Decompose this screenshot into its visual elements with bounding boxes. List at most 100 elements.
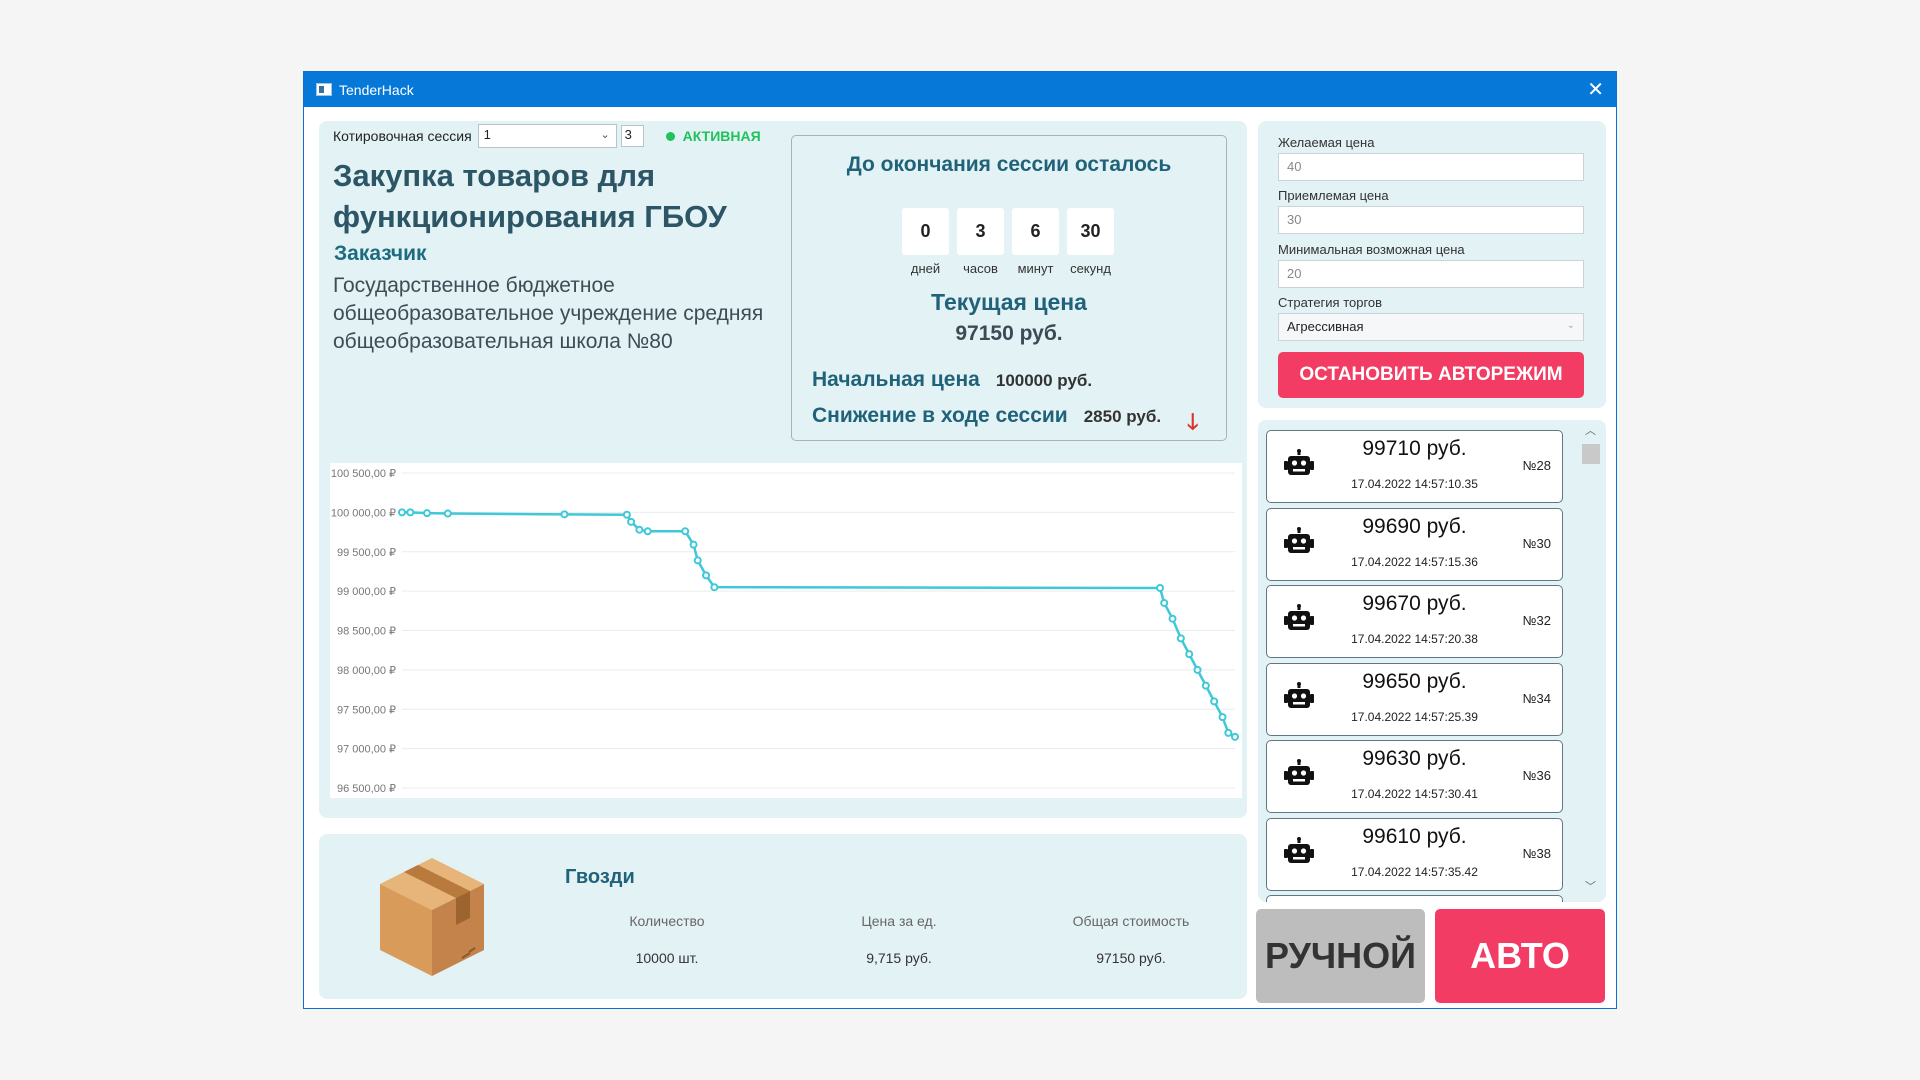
price-point — [1218, 713, 1227, 722]
price-point — [710, 583, 719, 592]
scroll-thumb[interactable] — [1582, 444, 1600, 464]
strategy-select[interactable]: Агрессивная ⌄ — [1278, 313, 1584, 341]
bid-number: №38 — [1522, 845, 1551, 861]
price-chart-svg: 100 500,00 ₽ 100 000,00 ₽ 99 500,00 ₽ 99 00… — [331, 468, 1239, 795]
bid-card[interactable]: 99710 руб. 17.04.2022 14:57:10.35 №28 — [1266, 430, 1563, 503]
field-label: Стратегия торгов — [1278, 295, 1383, 310]
desired-price-input[interactable]: 40 — [1278, 153, 1584, 181]
price-point — [560, 510, 569, 519]
status-dot-icon — [665, 131, 675, 141]
desired-price-field: Желаемая цена 40 — [1278, 135, 1584, 181]
column-header: Общая стоимость — [1072, 913, 1190, 929]
column-value: 10000 шт. — [635, 950, 699, 966]
price-point — [627, 517, 636, 526]
scrollbar[interactable]: ︿ ﹀ — [1582, 420, 1600, 902]
start-price-row: Начальная цена 100000 руб. — [812, 368, 1092, 392]
column-value: 97150 руб. — [1096, 950, 1166, 966]
stop-auto-button[interactable]: ОСТАНОВИТЬ АВТОРЕЖИМ — [1278, 352, 1584, 398]
price-point — [406, 508, 415, 517]
status-badge: АКТИВНАЯ — [665, 128, 761, 144]
y-tick-label: 96 500,00 ₽ — [337, 783, 396, 795]
price-point — [1224, 728, 1233, 737]
bid-card[interactable]: 99610 руб. 17.04.2022 14:57:35.42 №38 — [1266, 817, 1563, 891]
price-point — [689, 540, 698, 549]
price-point — [681, 527, 690, 536]
total-column: Общая стоимость 97150 руб. — [1041, 913, 1221, 966]
bid-card[interactable]: 99650 руб. 17.04.2022 14:57:25.39 №34 — [1266, 662, 1563, 736]
bid-price: 99630 руб. — [1362, 747, 1467, 770]
price-series-line — [402, 511, 1236, 738]
customer-name: Государственное бюджетное общеобразовате… — [333, 274, 764, 353]
close-icon[interactable]: ✕ — [1587, 80, 1604, 100]
unit-price-column: Цена за ед. 9,715 руб. — [809, 913, 989, 966]
minimum-price-input[interactable]: 20 — [1278, 260, 1584, 288]
chevron-down-icon: ⌄ — [600, 129, 610, 141]
countdown-value: 0 — [902, 208, 949, 255]
bid-price: 99650 руб. — [1362, 669, 1467, 693]
price-point — [1185, 650, 1194, 659]
product-name: Гвозди — [565, 866, 635, 888]
y-tick-label: 100 500,00 ₽ — [331, 468, 396, 480]
price-point — [1156, 583, 1165, 592]
price-point — [422, 509, 431, 518]
column-value: 9,715 руб. — [866, 950, 932, 966]
bid-card[interactable] — [1266, 895, 1563, 902]
page-title: Закупка товаров для функционирования ГБО… — [333, 158, 727, 234]
acceptable-price-field: Приемлемая цена 30 — [1278, 188, 1584, 234]
countdown-value: 6 — [1012, 208, 1059, 255]
window-title: TenderHack — [339, 81, 414, 98]
y-tick-label: 97 000,00 ₽ — [337, 744, 396, 756]
price-point — [1201, 681, 1210, 690]
bid-number: №36 — [1522, 768, 1551, 783]
bid-number: №32 — [1522, 613, 1551, 628]
app-icon — [316, 83, 332, 96]
scroll-up-icon[interactable]: ︿ — [1585, 422, 1596, 438]
auto-settings-panel: Желаемая цена 40 Приемлемая цена 30 Мини… — [1258, 121, 1606, 408]
manual-mode-button[interactable]: РУЧНОЙ — [1256, 909, 1425, 1003]
price-point — [1168, 614, 1177, 623]
price-point — [1210, 697, 1219, 706]
price-point — [643, 527, 652, 536]
cardboard-box-icon — [380, 858, 484, 976]
price-point — [622, 510, 631, 519]
session-number-input[interactable]: 3 — [620, 125, 644, 147]
y-tick-label: 100 000,00 ₽ — [331, 507, 396, 519]
field-label: Желаемая цена — [1278, 135, 1375, 150]
session-select-value: 1 — [483, 127, 491, 142]
column-header: Цена за ед. — [861, 913, 937, 929]
bids-list[interactable]: ︿ ﹀ 99710 руб. 17.04.2022 14:57:10.35 №28 9… — [1258, 420, 1606, 902]
current-price-label: Текущая цена — [931, 289, 1087, 315]
chevron-down-icon: ⌄ — [1566, 320, 1575, 331]
countdown-minutes: 6 минут — [1012, 208, 1059, 276]
start-price-label: Начальная цена — [812, 368, 980, 391]
bid-number: №34 — [1522, 690, 1551, 706]
auto-mode-button[interactable]: АВТО — [1435, 909, 1605, 1003]
bid-time: 17.04.2022 14:57:30.41 — [1351, 787, 1478, 801]
minimum-price-field: Минимальная возможная цена 20 — [1278, 242, 1584, 288]
scroll-down-icon[interactable]: ﹀ — [1585, 878, 1596, 894]
y-tick-label: 99 500,00 ₽ — [337, 547, 396, 559]
bid-time: 17.04.2022 14:57:35.42 — [1351, 864, 1478, 879]
session-row: Котировочная сессия 1 ⌄ 3 АКТИВНАЯ — [333, 124, 761, 148]
field-label: Минимальная возможная цена — [1278, 242, 1465, 257]
y-tick-label: 98 000,00 ₽ — [337, 665, 396, 677]
bid-card[interactable]: 99690 руб. 17.04.2022 14:57:15.36 №30 — [1266, 507, 1563, 581]
session-select[interactable]: 1 ⌄ — [477, 124, 617, 148]
bid-card[interactable]: 99670 руб. 17.04.2022 14:57:20.38 №32 — [1266, 585, 1563, 658]
bid-price: 99710 руб. — [1362, 437, 1467, 460]
price-point — [1193, 665, 1202, 674]
price-chart: 100 500,00 ₽ 100 000,00 ₽ 99 500,00 ₽ 99 00… — [330, 463, 1242, 798]
bid-card[interactable]: 99630 руб. 17.04.2022 14:57:30.41 №36 — [1266, 740, 1563, 813]
price-point — [1231, 732, 1239, 741]
customer-label: Заказчик — [334, 242, 427, 265]
bid-price: 99610 руб. — [1362, 824, 1467, 848]
countdown-label: минут — [1017, 261, 1054, 276]
column-header: Количество — [629, 913, 705, 929]
countdown-label: дней — [910, 261, 941, 276]
y-tick-label: 98 500,00 ₽ — [337, 626, 396, 638]
title-bar: TenderHack ✕ — [304, 72, 1616, 107]
bid-time: 17.04.2022 14:57:25.39 — [1351, 709, 1478, 724]
acceptable-price-input[interactable]: 30 — [1278, 206, 1584, 234]
price-point — [443, 509, 452, 518]
countdown-seconds: 30 секунд — [1067, 208, 1114, 276]
